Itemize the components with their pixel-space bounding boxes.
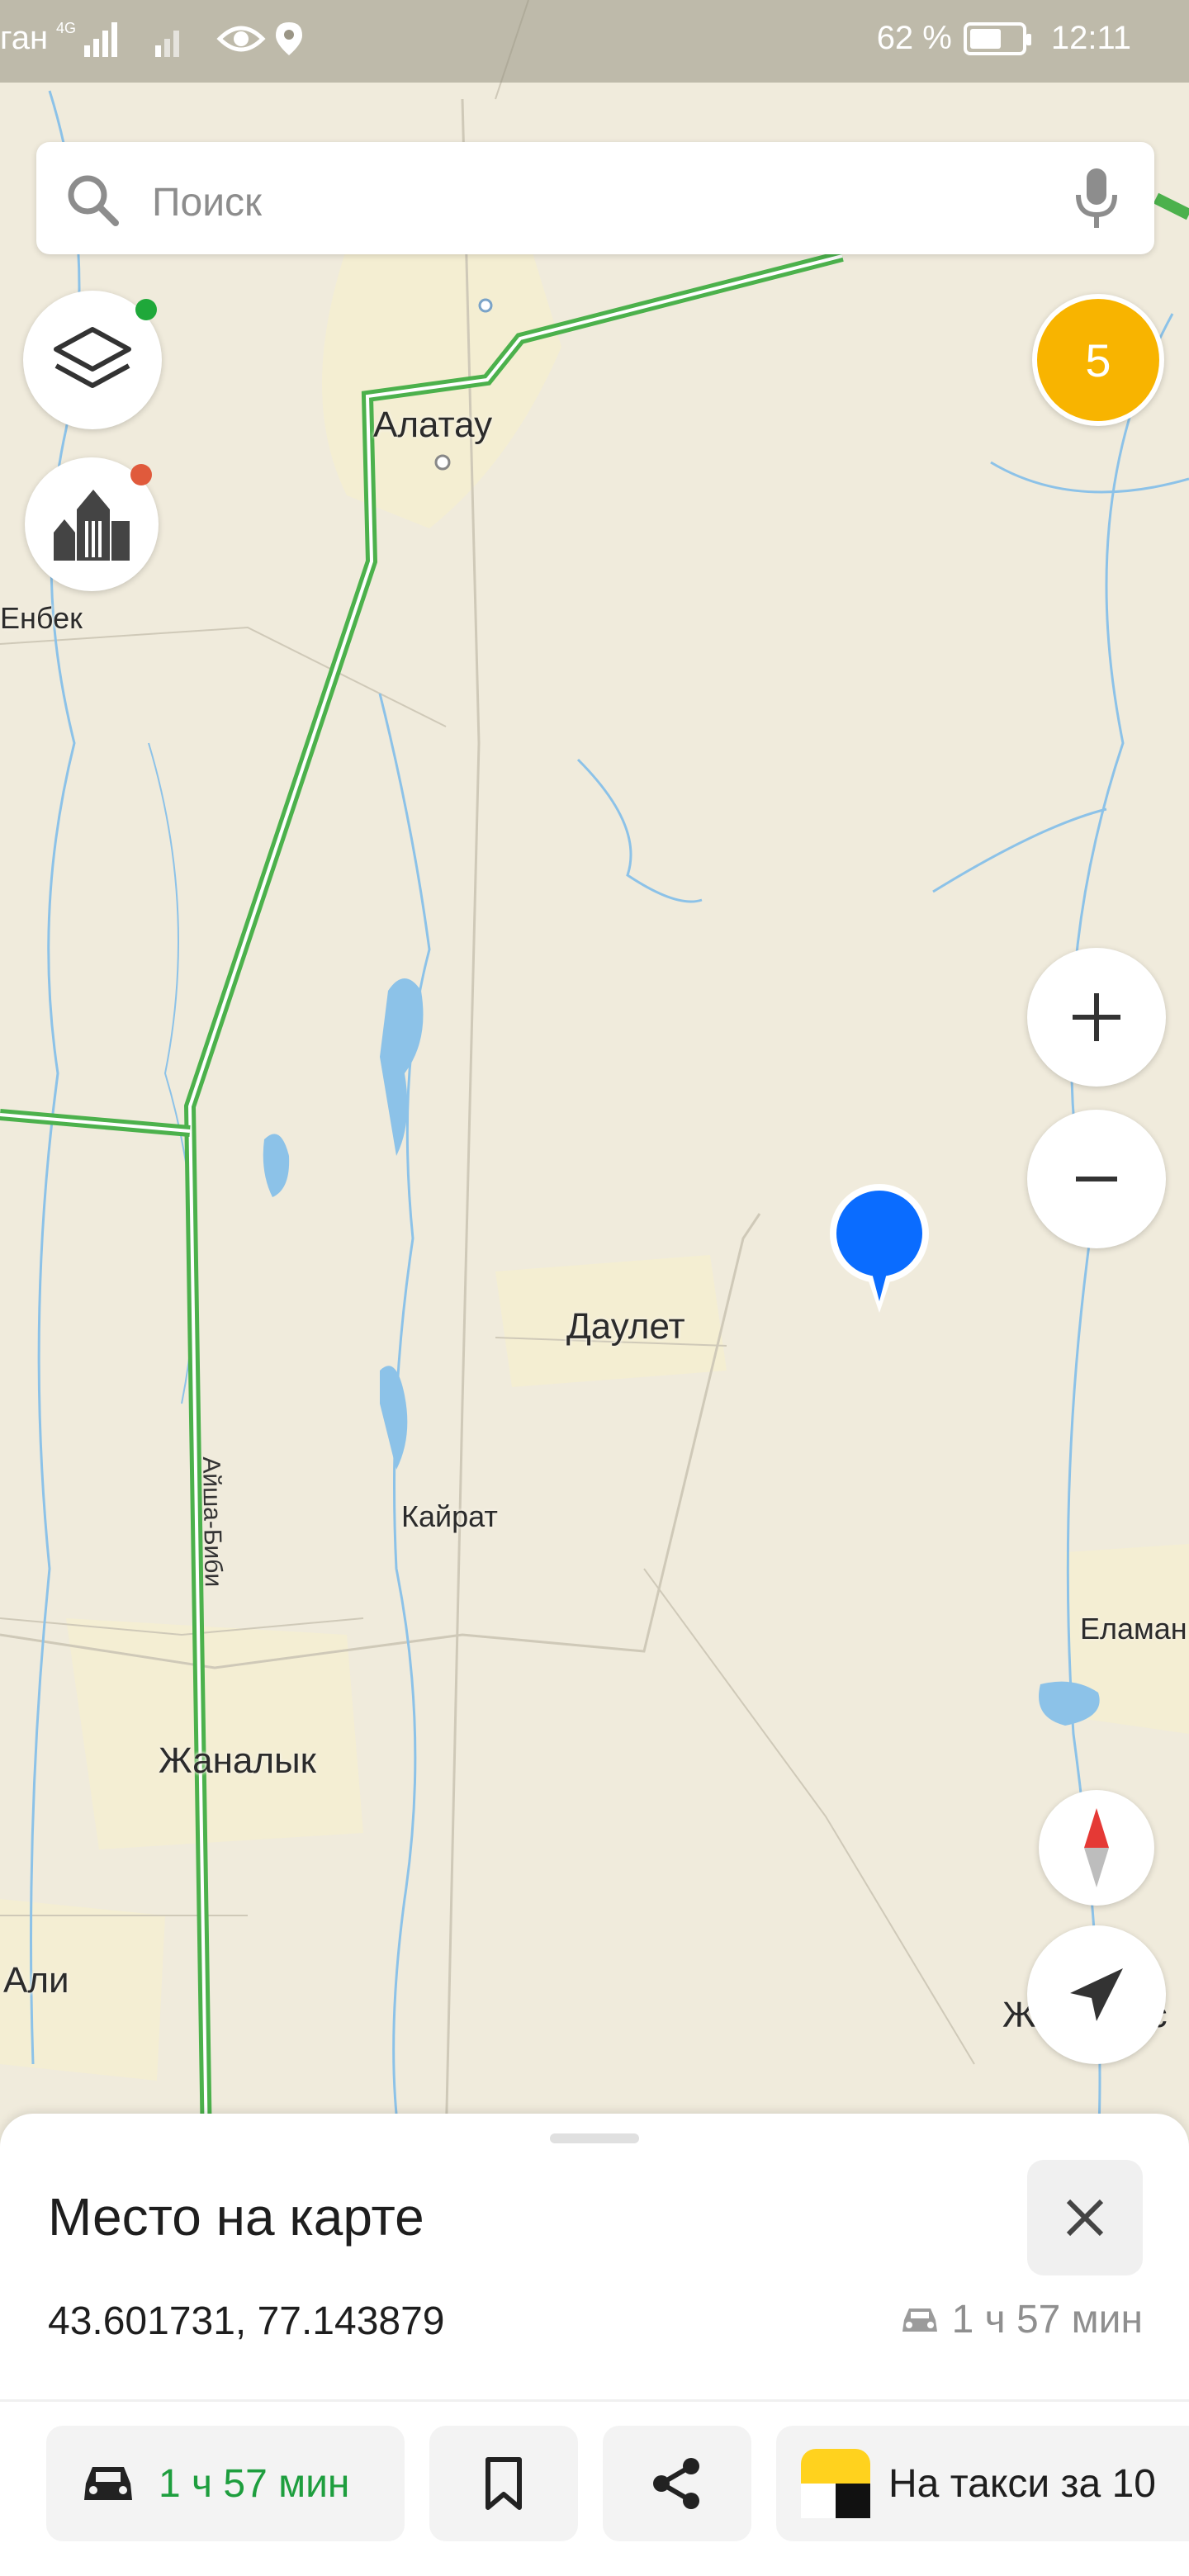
road-label: Айша-Биби <box>197 1456 227 1588</box>
taxi-label: На такси за 10 <box>888 2461 1156 2506</box>
clock: 12:11 <box>1050 20 1131 56</box>
location-arrow-icon <box>1070 1968 1123 2021</box>
route-eta: 1 ч 57 мин <box>159 2461 350 2506</box>
map-label-kairat[interactable]: Кайрат <box>401 1499 498 1534</box>
signal-icon <box>84 21 180 57</box>
traffic-level-button[interactable]: 5 <box>1032 294 1164 426</box>
location-icon <box>276 21 303 55</box>
my-location-button[interactable] <box>1027 1925 1166 2064</box>
taxi-button[interactable]: На такси за 10 <box>776 2426 1189 2541</box>
place-card[interactable]: Место на карте 43.601731, 77.143879 1 ч … <box>0 2114 1189 2576</box>
search-input[interactable]: Поиск <box>152 180 262 225</box>
map-label-enbek[interactable]: Енбек <box>0 601 83 636</box>
sheet-handle[interactable] <box>550 2133 639 2143</box>
eye-icon <box>216 26 266 51</box>
coordinates-text[interactable]: 43.601731, 77.143879 <box>48 2299 444 2344</box>
close-icon <box>1066 2199 1104 2237</box>
map-view[interactable]: Алатау Енбек Даулет Кайрат Еламан Жаналы… <box>0 0 1189 2147</box>
car-icon <box>84 2467 132 2500</box>
minus-icon <box>1076 1177 1117 1181</box>
search-icon <box>68 175 119 226</box>
share-icon <box>653 2458 699 2509</box>
map-canvas <box>0 0 1189 2147</box>
place-title: Место на карте <box>48 2187 424 2247</box>
places-status-dot <box>130 464 152 485</box>
eta-summary: 1 ч 57 мин <box>899 2297 1143 2342</box>
map-label-elaman[interactable]: Еламан <box>1080 1612 1187 1646</box>
close-button[interactable] <box>1027 2160 1143 2275</box>
yandex-taxi-icon <box>801 2449 870 2518</box>
eta-text: 1 ч 57 мин <box>951 2298 1143 2342</box>
map-label-ali[interactable]: Али <box>3 1960 69 2001</box>
share-button[interactable] <box>603 2426 751 2541</box>
compass-button[interactable] <box>1039 1790 1154 1906</box>
map-label-daulet[interactable]: Даулет <box>566 1306 685 1347</box>
battery-percent: 62 % <box>876 20 952 56</box>
carrier-name: ган <box>0 20 49 56</box>
status-bar: ган 4G 62 % 12:11 <box>0 0 1189 83</box>
bookmark-icon <box>486 2457 522 2510</box>
layers-button[interactable] <box>23 291 162 429</box>
places-button[interactable] <box>25 457 159 591</box>
plus-icon <box>1073 993 1120 1041</box>
sheet-divider <box>0 2399 1189 2402</box>
route-button[interactable]: 1 ч 57 мин <box>46 2426 405 2541</box>
map-label-alatau[interactable]: Алатау <box>373 405 492 446</box>
car-icon <box>902 2308 937 2332</box>
network-type: 4G <box>56 20 77 36</box>
battery-icon <box>963 21 1031 55</box>
search-bar[interactable]: Поиск <box>36 142 1154 254</box>
compass-icon <box>1084 1808 1109 1887</box>
buildings-icon <box>54 490 130 561</box>
map-label-zhanalyk[interactable]: Жаналык <box>159 1740 316 1782</box>
zoom-out-button[interactable] <box>1027 1110 1166 1248</box>
bookmark-button[interactable] <box>429 2426 578 2541</box>
zoom-in-button[interactable] <box>1027 948 1166 1087</box>
layers-icon <box>54 327 131 388</box>
microphone-icon[interactable] <box>1072 167 1121 230</box>
layers-status-dot <box>135 299 157 320</box>
